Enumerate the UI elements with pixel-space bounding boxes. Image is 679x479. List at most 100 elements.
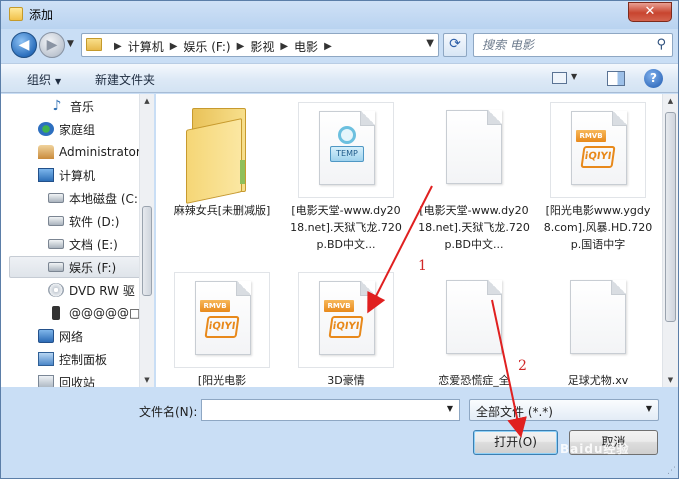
file-name: 恋爱恐慌症_全 [438, 374, 510, 387]
new-folder-button[interactable]: 新建文件夹 [95, 71, 155, 88]
forward-arrow-icon: ▶ [46, 37, 58, 53]
scrollbar-thumb[interactable] [142, 206, 152, 296]
file-item-blank[interactable]: [电影天堂-www.dy2018.net].天狱飞龙.720p.BD中文... [418, 102, 530, 253]
breadcrumb-video[interactable]: 影视 [250, 38, 274, 55]
address-bar[interactable]: ▶ 计算机 ▶ 娱乐 (F:) ▶ 影视 ▶ 电影 ▶ ▼ [81, 33, 439, 57]
filename-combobox[interactable]: ▼ [201, 399, 460, 421]
tree-item-administrator[interactable]: Administrator [38, 141, 141, 163]
tree-item-drive-e[interactable]: 文档 (E:) [48, 233, 118, 255]
iqiyi-logo-icon: iQIYI [580, 146, 616, 168]
tree-item-phone[interactable]: @@@@@□ [48, 302, 140, 324]
address-history-dropdown-icon[interactable]: ▼ [426, 38, 434, 49]
file-name: 3D豪情 [327, 374, 365, 387]
rmvb-badge: RMVB [324, 300, 354, 312]
document-icon: RMVB iQIYI [195, 281, 251, 355]
breadcrumb-separator-icon[interactable]: ▶ [114, 41, 122, 52]
breadcrumb-separator-icon[interactable]: ▶ [324, 41, 332, 52]
file-item-rmvb[interactable]: RMVB iQIYI [阳光电影www.ygdy8.com].风暴.HD.720… [542, 102, 654, 253]
tree-item-label: @@@@@□ [69, 306, 141, 320]
file-name: [阳光电影www.ygdy8.com].风暴.HD.720p.国语中字 [543, 204, 653, 251]
tree-item-dvd-drive[interactable]: DVD RW 驱 [48, 279, 135, 301]
breadcrumb: ▶ 计算机 ▶ 娱乐 (F:) ▶ 影视 ▶ 电影 ▶ [108, 38, 338, 55]
organize-menu[interactable]: 组织 ▼ [27, 71, 61, 88]
iqiyi-logo-icon: iQIYI [204, 316, 240, 338]
recycle-bin-icon [38, 375, 54, 387]
scroll-up-icon[interactable]: ▲ [140, 94, 154, 108]
app-icon [9, 7, 23, 21]
back-button[interactable]: ◀ [11, 32, 37, 58]
annotation-step-1: 1 [418, 258, 427, 274]
tree-item-computer[interactable]: 计算机 [38, 164, 95, 186]
tree-item-label: 网络 [59, 329, 84, 344]
document-icon [570, 280, 626, 354]
title-bar[interactable]: 添加 ✕ [1, 1, 678, 29]
filename-input[interactable] [206, 401, 426, 419]
control-panel-icon [38, 352, 54, 366]
scrollbar-thumb[interactable] [665, 112, 676, 322]
tree-item-label: 娱乐 (F:) [69, 260, 117, 275]
file-name: 足球尤物.xv [567, 374, 629, 387]
tree-item-drive-c[interactable]: 本地磁盘 (C: [48, 187, 138, 209]
tree-item-label: 计算机 [59, 168, 96, 183]
tree-item-drive-d[interactable]: 软件 (D:) [48, 210, 119, 232]
file-item-rmvb[interactable]: RMVB iQIYI [阳光电影 [166, 272, 278, 387]
open-file-dialog: 添加 ✕ ◀ ▶ ▼ ▶ 计算机 ▶ 娱乐 (F:) ▶ 影视 ▶ 电影 ▶ ▼… [0, 0, 679, 479]
breadcrumb-drive-f[interactable]: 娱乐 (F:) [183, 38, 230, 55]
iqiyi-logo-icon: iQIYI [328, 316, 364, 338]
open-button[interactable]: 打开(O) [473, 430, 558, 455]
rmvb-badge: RMVB [200, 300, 230, 312]
rmvb-file-thumbnail: RMVB iQIYI [174, 272, 270, 368]
help-icon[interactable]: ? [644, 69, 663, 88]
file-item-folder[interactable]: 麻辣女兵[未删减版] [166, 102, 278, 219]
change-view-icon[interactable] [552, 72, 567, 84]
tree-item-homegroup[interactable]: 家庭组 [38, 118, 95, 140]
file-item-blank[interactable]: 恋爱恐慌症_全 [418, 272, 530, 387]
document-icon [446, 110, 502, 184]
document-icon: RMVB iQIYI [571, 111, 627, 185]
file-list-scrollbar[interactable]: ▲ ▼ [662, 94, 678, 387]
tree-item-control-panel[interactable]: 控制面板 [38, 348, 107, 370]
breadcrumb-separator-icon[interactable]: ▶ [237, 41, 245, 52]
breadcrumb-movies[interactable]: 电影 [294, 38, 318, 55]
network-icon [38, 329, 54, 343]
recent-locations-button[interactable]: ▼ [67, 39, 74, 49]
search-input[interactable] [482, 37, 650, 53]
resize-grip-icon[interactable]: ⋰ [667, 466, 676, 476]
search-box[interactable]: ⚲ [473, 33, 673, 57]
file-item-rmvb[interactable]: RMVB iQIYI 3D豪情 [290, 272, 402, 387]
file-item-blank[interactable]: 足球尤物.xv [542, 272, 654, 387]
navigation-pane-scrollbar[interactable]: ▲ ▼ [139, 94, 154, 387]
breadcrumb-separator-icon[interactable]: ▶ [170, 41, 178, 52]
tree-item-label: 本地磁盘 (C: [69, 191, 138, 206]
breadcrumb-computer[interactable]: 计算机 [128, 38, 164, 55]
search-icon[interactable]: ⚲ [656, 37, 666, 52]
document-icon: RMVB iQIYI [319, 281, 375, 355]
tree-item-drive-f[interactable]: 娱乐 (F:) [9, 256, 152, 278]
filetype-select[interactable]: 全部文件 (*.*) ▼ [469, 399, 659, 421]
tree-item-music[interactable]: ♪ 音乐 [49, 95, 94, 117]
file-item-temp[interactable]: TEMP [电影天堂-www.dy2018.net].天狱飞龙.720p.BD中… [290, 102, 402, 253]
tree-item-recycle-bin[interactable]: 回收站 [38, 371, 95, 387]
phone-icon [52, 306, 60, 320]
preview-pane-icon[interactable] [607, 71, 625, 86]
breadcrumb-separator-icon[interactable]: ▶ [280, 41, 288, 52]
homegroup-icon [38, 122, 54, 136]
close-button[interactable]: ✕ [628, 2, 672, 22]
blank-file-thumbnail [550, 272, 646, 368]
refresh-button[interactable]: ⟳ [443, 33, 467, 57]
scroll-down-icon[interactable]: ▼ [140, 373, 154, 387]
view-options-dropdown-icon[interactable]: ▼ [571, 72, 577, 81]
scroll-down-icon[interactable]: ▼ [663, 373, 678, 387]
watermark: Baidu经验 [560, 442, 630, 456]
computer-icon [38, 168, 54, 182]
scroll-up-icon[interactable]: ▲ [663, 94, 678, 108]
tree-item-network[interactable]: 网络 [38, 325, 83, 347]
organize-label: 组织 [27, 73, 52, 87]
drive-icon [48, 193, 64, 203]
drive-icon [48, 262, 64, 272]
window-title: 添加 [29, 8, 54, 22]
filetype-value: 全部文件 (*.*) [476, 405, 553, 419]
forward-button[interactable]: ▶ [39, 32, 65, 58]
rmvb-badge: RMVB [576, 130, 606, 142]
chevron-down-icon[interactable]: ▼ [447, 404, 453, 413]
